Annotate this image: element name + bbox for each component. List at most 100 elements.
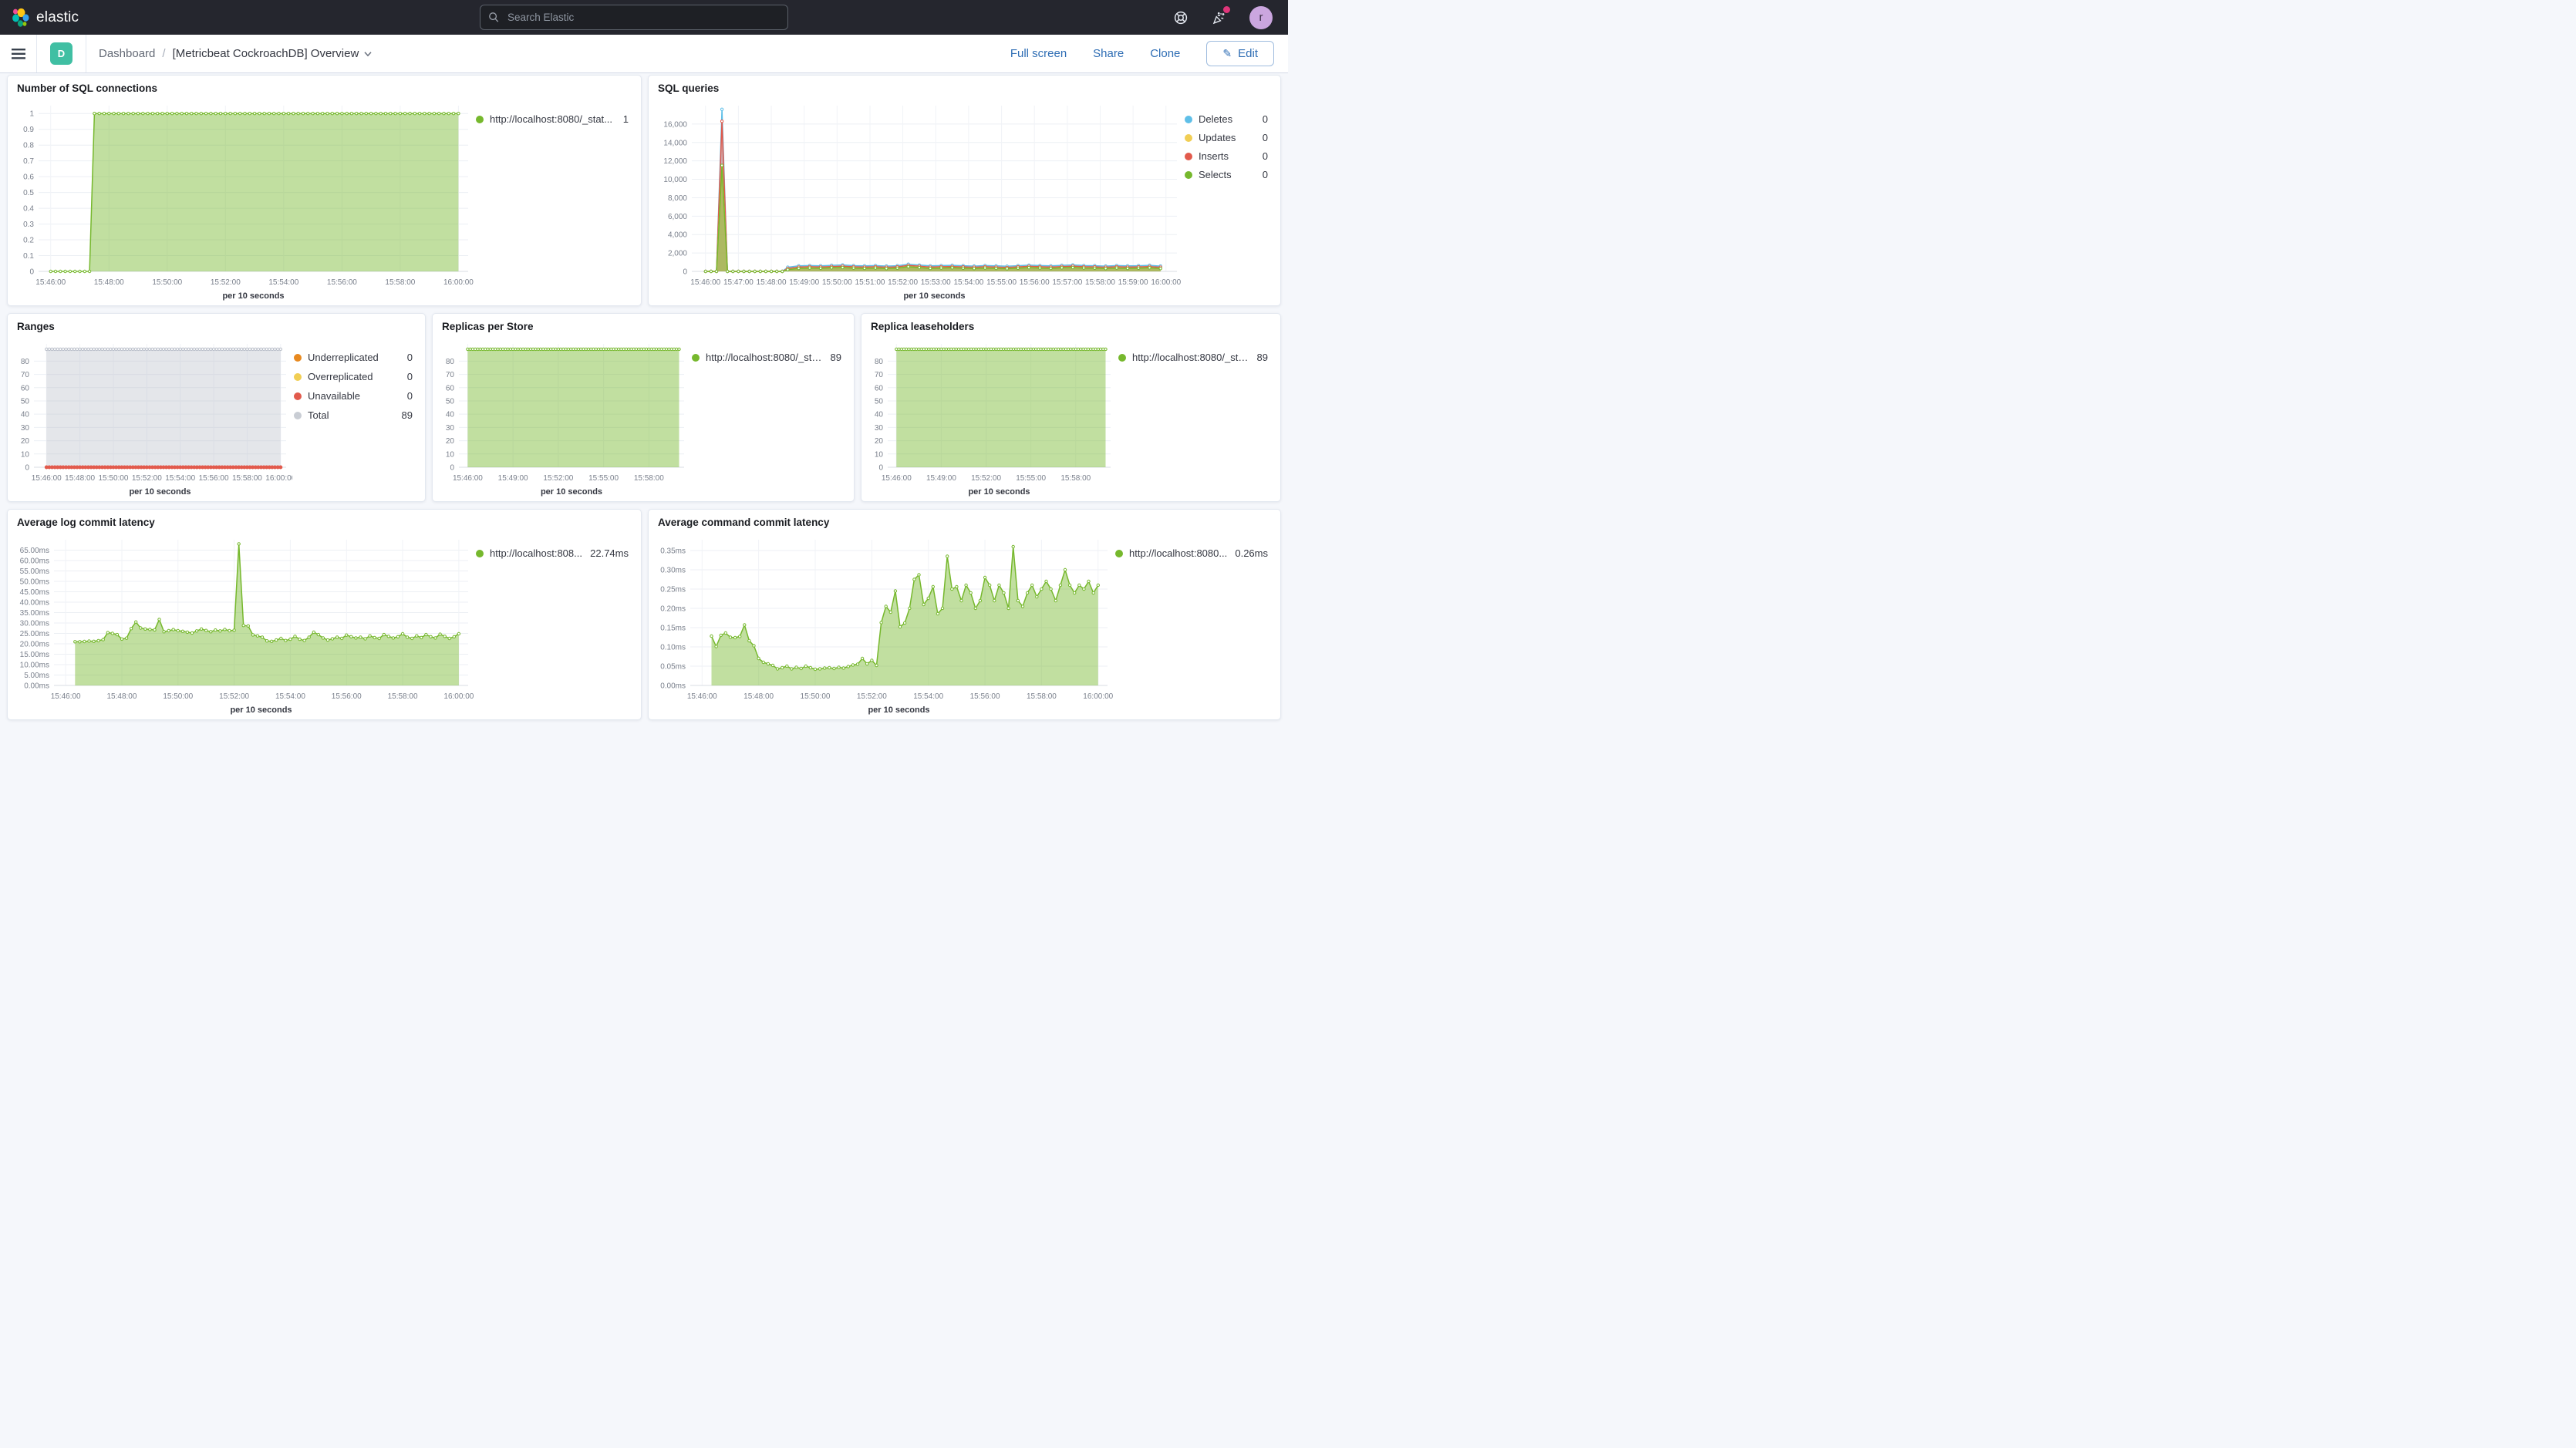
legend-item[interactable]: http://localhost:8080/_sta...89: [1118, 352, 1268, 363]
legend-item[interactable]: Underreplicated0: [294, 352, 413, 363]
legend-item[interactable]: http://localhost:8080/_stat...1: [476, 113, 629, 125]
panel-title: SQL queries: [649, 76, 1280, 95]
ranges-chart-plot[interactable]: 0102030405060708015:46:0015:48:0015:50:0…: [12, 333, 292, 500]
series-color-dot: [476, 116, 484, 123]
svg-text:15:58:00: 15:58:00: [1060, 474, 1091, 483]
legend-value: 0: [400, 390, 413, 402]
svg-text:per 10 seconds: per 10 seconds: [968, 487, 1030, 497]
series-color-dot: [294, 412, 302, 419]
legend-item[interactable]: Inserts0: [1185, 150, 1268, 162]
svg-text:15:59:00: 15:59:00: [1118, 278, 1148, 287]
svg-text:0.00ms: 0.00ms: [660, 682, 686, 691]
series-color-dot: [1115, 550, 1123, 557]
chart-legend: http://localhost:808...22.74ms: [474, 529, 638, 718]
global-search[interactable]: [480, 5, 788, 30]
svg-text:15:58:00: 15:58:00: [1027, 692, 1057, 701]
series-color-dot: [294, 373, 302, 381]
dashboard-badge[interactable]: D: [50, 42, 72, 65]
legend-label: Updates: [1199, 132, 1236, 143]
svg-text:10: 10: [875, 450, 884, 459]
svg-text:0.00ms: 0.00ms: [24, 682, 49, 691]
edit-button[interactable]: ✎ Edit: [1206, 41, 1274, 66]
svg-text:15:46:00: 15:46:00: [51, 692, 81, 701]
svg-text:15:55:00: 15:55:00: [986, 278, 1017, 287]
legend-item[interactable]: Overreplicated0: [294, 371, 413, 382]
svg-text:15:50:00: 15:50:00: [152, 278, 182, 287]
svg-text:0.4: 0.4: [23, 205, 34, 214]
newsfeed-icon[interactable]: [1211, 9, 1228, 26]
chart-canvas: 0102030405060708015:46:0015:49:0015:52:0…: [866, 333, 1117, 500]
legend-value: 89: [823, 352, 841, 363]
svg-text:15:48:00: 15:48:00: [757, 278, 787, 287]
svg-text:20: 20: [875, 437, 884, 446]
svg-text:15:49:00: 15:49:00: [789, 278, 819, 287]
replicas-per-store-chart-plot[interactable]: 0102030405060708015:46:0015:49:0015:52:0…: [437, 333, 690, 500]
svg-text:0.1: 0.1: [23, 252, 34, 261]
replica-leaseholders-chart-plot[interactable]: 0102030405060708015:46:0015:49:0015:52:0…: [866, 333, 1117, 500]
elastic-logo-icon: [11, 8, 29, 28]
legend-item[interactable]: Unavailable0: [294, 390, 413, 402]
svg-text:15:52:00: 15:52:00: [211, 278, 241, 287]
svg-text:0.6: 0.6: [23, 173, 34, 182]
svg-text:15:56:00: 15:56:00: [1020, 278, 1050, 287]
svg-text:0: 0: [450, 464, 454, 473]
help-icon[interactable]: [1172, 9, 1189, 26]
svg-text:1: 1: [29, 110, 34, 119]
share-button[interactable]: Share: [1093, 47, 1124, 60]
svg-text:15:50:00: 15:50:00: [163, 692, 193, 701]
search-input[interactable]: [506, 11, 780, 24]
svg-text:30.00ms: 30.00ms: [20, 620, 49, 628]
sql-connections-chart-plot[interactable]: 00.10.20.30.40.50.60.70.80.9115:46:0015:…: [12, 95, 474, 304]
series-color-dot: [476, 550, 484, 557]
svg-text:15:57:00: 15:57:00: [1052, 278, 1082, 287]
chart-legend: http://localhost:8080/_sta...89: [690, 333, 851, 500]
svg-text:15:53:00: 15:53:00: [921, 278, 951, 287]
svg-text:15:54:00: 15:54:00: [268, 278, 298, 287]
svg-text:70: 70: [446, 371, 455, 379]
legend-item[interactable]: Deletes0: [1185, 113, 1268, 125]
svg-text:2,000: 2,000: [668, 250, 687, 258]
elastic-logo[interactable]: elastic: [11, 8, 79, 28]
dashboard-title-menu[interactable]: [Metricbeat CockroachDB] Overview: [173, 47, 373, 60]
legend-value: 0: [1255, 132, 1268, 143]
svg-text:15:58:00: 15:58:00: [232, 474, 262, 483]
sql-queries-chart-plot[interactable]: 02,0004,0006,0008,00010,00012,00014,0001…: [653, 95, 1183, 304]
legend-item[interactable]: http://localhost:8080/_sta...89: [692, 352, 841, 363]
breadcrumb-separator: /: [162, 47, 165, 60]
user-avatar[interactable]: r: [1249, 6, 1273, 29]
legend-item[interactable]: Selects0: [1185, 169, 1268, 180]
svg-text:15:52:00: 15:52:00: [543, 474, 573, 483]
svg-text:60: 60: [21, 384, 30, 392]
svg-text:15:52:00: 15:52:00: [857, 692, 887, 701]
breadcrumb-dashboard-link[interactable]: Dashboard: [99, 47, 155, 60]
svg-text:40: 40: [21, 411, 30, 419]
legend-value: 1: [615, 113, 629, 125]
menu-button[interactable]: [0, 35, 37, 72]
svg-text:15:55:00: 15:55:00: [588, 474, 619, 483]
svg-text:per 10 seconds: per 10 seconds: [541, 487, 602, 497]
legend-item[interactable]: http://localhost:8080...0.26ms: [1115, 547, 1268, 559]
legend-label: http://localhost:8080/_sta...: [1132, 352, 1249, 363]
svg-text:15:48:00: 15:48:00: [65, 474, 95, 483]
legend-item[interactable]: Total89: [294, 409, 413, 421]
legend-item[interactable]: http://localhost:808...22.74ms: [476, 547, 629, 559]
svg-text:15:46:00: 15:46:00: [32, 474, 62, 483]
full-screen-button[interactable]: Full screen: [1010, 47, 1067, 60]
svg-text:25.00ms: 25.00ms: [20, 630, 49, 638]
svg-text:15:46:00: 15:46:00: [687, 692, 717, 701]
svg-text:0: 0: [25, 464, 29, 473]
log-commit-latency-chart-plot[interactable]: 0.00ms5.00ms10.00ms15.00ms20.00ms25.00ms…: [12, 529, 474, 718]
svg-text:20: 20: [21, 437, 30, 446]
command-commit-latency-chart-plot[interactable]: 0.00ms0.05ms0.10ms0.15ms0.20ms0.25ms0.30…: [653, 529, 1114, 718]
svg-text:15:54:00: 15:54:00: [953, 278, 983, 287]
pencil-icon: ✎: [1222, 47, 1232, 60]
svg-text:50: 50: [446, 397, 455, 406]
global-header: elastic r: [0, 0, 1288, 35]
legend-item[interactable]: Updates 0: [1185, 132, 1268, 143]
svg-text:per 10 seconds: per 10 seconds: [222, 291, 284, 301]
clone-button[interactable]: Clone: [1150, 47, 1180, 60]
chart-canvas: 0.00ms5.00ms10.00ms15.00ms20.00ms25.00ms…: [12, 529, 474, 718]
search-icon: [488, 12, 500, 23]
panel-title: Number of SQL connections: [8, 76, 641, 95]
svg-text:40: 40: [446, 411, 455, 419]
